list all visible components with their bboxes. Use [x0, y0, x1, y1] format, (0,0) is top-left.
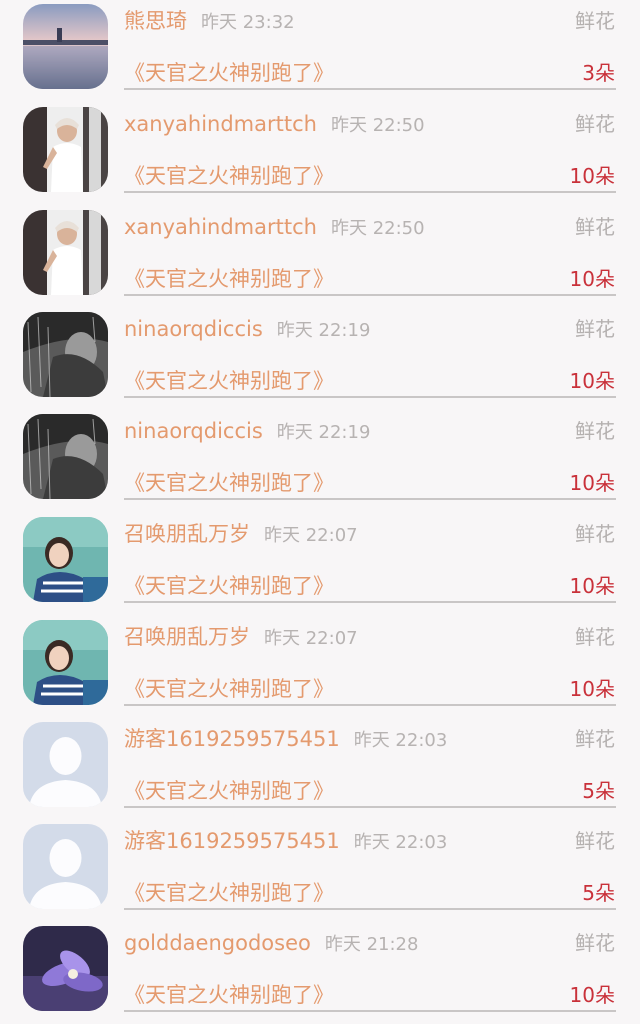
- bw-rain-photo-icon: [23, 414, 108, 499]
- gift-row[interactable]: 熊思琦 昨天 23:32 鲜花 《天官之火神别跑了》 3朵: [0, 0, 640, 102]
- sender-name[interactable]: ninaorqdiccis 昨天 22:19: [124, 416, 370, 446]
- gift-time: 昨天 22:50: [330, 218, 425, 239]
- row-divider: [124, 88, 616, 90]
- purple-flower-photo-icon: [23, 926, 108, 1011]
- gift-time: 昨天 22:19: [276, 422, 371, 443]
- book-title[interactable]: 《天官之火神别跑了》: [124, 264, 334, 294]
- user-avatar[interactable]: [23, 517, 108, 602]
- book-title[interactable]: 《天官之火神别跑了》: [124, 366, 334, 396]
- default-user-icon: [23, 824, 108, 909]
- landscape-photo-icon: [23, 4, 108, 89]
- gift-row[interactable]: xanyahindmarttch 昨天 22:50 鲜花 《天官之火神别跑了》 1…: [0, 103, 640, 205]
- row-divider: [124, 908, 616, 910]
- gift-count: 10朵: [569, 471, 615, 495]
- user-avatar[interactable]: [23, 414, 108, 499]
- row-divider: [124, 1010, 616, 1012]
- gift-type: 鲜花: [575, 215, 615, 239]
- gift-type: 鲜花: [575, 829, 615, 853]
- gift-type: 鲜花: [575, 625, 615, 649]
- gift-count: 10朵: [569, 677, 615, 701]
- sender-name[interactable]: 召唤朋乱万岁 昨天 22:07: [124, 622, 358, 652]
- gift-time: 昨天 22:03: [353, 832, 448, 853]
- user-avatar[interactable]: [23, 107, 108, 192]
- sender-name[interactable]: 游客1619259575451 昨天 22:03: [124, 724, 447, 754]
- row-divider: [124, 806, 616, 808]
- gift-row[interactable]: golddaengodoseo 昨天 21:28 鲜花 《天官之火神别跑了》 10…: [0, 922, 640, 1024]
- gift-count: 3朵: [582, 61, 615, 85]
- sender-name[interactable]: golddaengodoseo 昨天 21:28: [124, 928, 418, 958]
- gift-row[interactable]: 召唤朋乱万岁 昨天 22:07 鲜花 《天官之火神别跑了》 10朵: [0, 616, 640, 718]
- sender-name[interactable]: xanyahindmarttch 昨天 22:50: [124, 109, 425, 139]
- book-title[interactable]: 《天官之火神别跑了》: [124, 980, 334, 1010]
- user-avatar[interactable]: [23, 620, 108, 705]
- book-title[interactable]: 《天官之火神别跑了》: [124, 776, 334, 806]
- gift-type: 鲜花: [575, 727, 615, 751]
- gift-type: 鲜花: [575, 931, 615, 955]
- gift-time: 昨天 22:19: [276, 320, 371, 341]
- gift-count: 10朵: [569, 369, 615, 393]
- book-title[interactable]: 《天官之火神别跑了》: [124, 878, 334, 908]
- gift-count: 5朵: [582, 779, 615, 803]
- gift-type: 鲜花: [575, 419, 615, 443]
- gift-time: 昨天 22:50: [330, 115, 425, 136]
- gift-row[interactable]: 游客1619259575451 昨天 22:03 鲜花 《天官之火神别跑了》 5朵: [0, 820, 640, 922]
- row-divider: [124, 191, 616, 193]
- gift-type: 鲜花: [575, 112, 615, 136]
- gift-type: 鲜花: [575, 317, 615, 341]
- gift-time: 昨天 22:07: [264, 525, 358, 546]
- girl-classroom-photo-icon: [23, 517, 108, 602]
- user-avatar[interactable]: [23, 312, 108, 397]
- book-title[interactable]: 《天官之火神别跑了》: [124, 161, 334, 191]
- row-divider: [124, 498, 616, 500]
- user-avatar[interactable]: [23, 926, 108, 1011]
- user-avatar[interactable]: [23, 722, 108, 807]
- sender-name[interactable]: xanyahindmarttch 昨天 22:50: [124, 212, 425, 242]
- sender-name[interactable]: 熊思琦 昨天 23:32: [124, 6, 295, 36]
- gift-row[interactable]: xanyahindmarttch 昨天 22:50 鲜花 《天官之火神别跑了》 1…: [0, 206, 640, 308]
- book-title[interactable]: 《天官之火神别跑了》: [124, 571, 334, 601]
- row-divider: [124, 294, 616, 296]
- default-user-icon: [23, 722, 108, 807]
- gift-count: 10朵: [569, 574, 615, 598]
- gift-row[interactable]: 游客1619259575451 昨天 22:03 鲜花 《天官之火神别跑了》 5朵: [0, 718, 640, 820]
- row-divider: [124, 396, 616, 398]
- gift-row[interactable]: ninaorqdiccis 昨天 22:19 鲜花 《天官之火神别跑了》 10朵: [0, 410, 640, 512]
- gift-count: 10朵: [569, 983, 615, 1007]
- gift-type: 鲜花: [575, 522, 615, 546]
- gift-row[interactable]: ninaorqdiccis 昨天 22:19 鲜花 《天官之火神别跑了》 10朵: [0, 308, 640, 410]
- gift-count: 10朵: [569, 267, 615, 291]
- sender-name[interactable]: 召唤朋乱万岁 昨天 22:07: [124, 519, 358, 549]
- gift-time: 昨天 22:03: [353, 730, 448, 751]
- bw-rain-photo-icon: [23, 312, 108, 397]
- gift-count: 5朵: [582, 881, 615, 905]
- gift-time: 昨天 21:28: [324, 934, 419, 955]
- book-title[interactable]: 《天官之火神别跑了》: [124, 674, 334, 704]
- user-avatar[interactable]: [23, 4, 108, 89]
- row-divider: [124, 704, 616, 706]
- gift-count: 10朵: [569, 164, 615, 188]
- gift-record-list: 熊思琦 昨天 23:32 鲜花 《天官之火神别跑了》 3朵 xanyahindma…: [0, 0, 640, 1023]
- gift-type: 鲜花: [575, 9, 615, 33]
- gift-time: 昨天 23:32: [201, 12, 295, 33]
- girl-white-dress-photo-icon: [23, 107, 108, 192]
- sender-name[interactable]: 游客1619259575451 昨天 22:03: [124, 826, 447, 856]
- book-title[interactable]: 《天官之火神别跑了》: [124, 468, 334, 498]
- row-divider: [124, 601, 616, 603]
- user-avatar[interactable]: [23, 824, 108, 909]
- girl-white-dress-photo-icon: [23, 210, 108, 295]
- gift-row[interactable]: 召唤朋乱万岁 昨天 22:07 鲜花 《天官之火神别跑了》 10朵: [0, 513, 640, 615]
- girl-classroom-photo-icon: [23, 620, 108, 705]
- gift-time: 昨天 22:07: [264, 628, 358, 649]
- sender-name[interactable]: ninaorqdiccis 昨天 22:19: [124, 314, 370, 344]
- book-title[interactable]: 《天官之火神别跑了》: [124, 58, 334, 88]
- user-avatar[interactable]: [23, 210, 108, 295]
